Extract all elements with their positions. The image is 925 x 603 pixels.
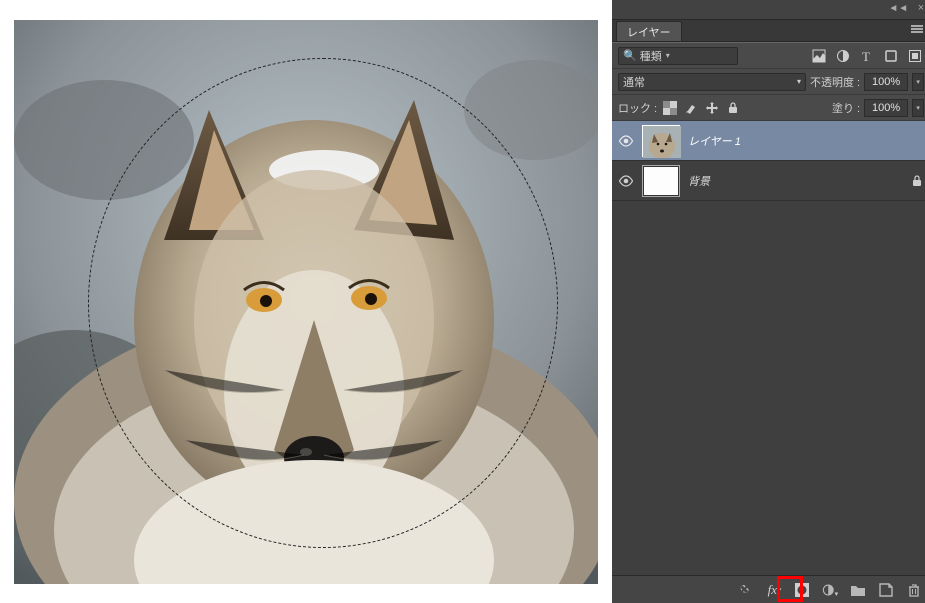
collapse-icon[interactable]: ◄◄ <box>888 3 908 14</box>
lock-icons <box>663 101 740 115</box>
filter-shape-icon[interactable] <box>884 49 898 63</box>
filter-icons: T <box>812 49 924 63</box>
opacity-input[interactable]: 100% <box>864 73 908 91</box>
filter-pixel-icon[interactable] <box>812 49 826 63</box>
layer-lock-icon <box>910 174 924 188</box>
opacity-label[interactable]: 不透明度 : <box>810 74 860 90</box>
fill-label[interactable]: 塗り : <box>832 100 860 116</box>
blend-row: 通常 ▾ 不透明度 : 100% ▾ <box>612 69 925 95</box>
lock-pixels-icon[interactable] <box>684 101 698 115</box>
close-icon[interactable]: × <box>918 2 924 14</box>
layer-item[interactable]: 背景 <box>612 161 925 201</box>
chevron-down-icon: ▾ <box>797 77 801 86</box>
filter-label: 種類 <box>640 48 662 64</box>
layer-thumbnail[interactable] <box>642 125 680 157</box>
lock-all-icon[interactable] <box>726 101 740 115</box>
filter-type-select[interactable]: 🔍 種類 ▾ <box>618 47 738 65</box>
canvas-area[interactable] <box>0 0 612 603</box>
new-adjustment-layer-icon[interactable]: ▾ <box>822 582 838 598</box>
tab-layers[interactable]: レイヤー <box>616 21 682 41</box>
filter-adjustment-icon[interactable] <box>836 49 850 63</box>
add-mask-icon[interactable] <box>794 582 810 598</box>
visibility-toggle-icon[interactable] <box>618 173 634 189</box>
opacity-slider-toggle[interactable]: ▾ <box>912 73 924 91</box>
filter-type-icon[interactable]: T <box>860 49 874 63</box>
lock-row: ロック : 塗り : 100% ▾ <box>612 95 925 121</box>
panel-menu-icon[interactable] <box>910 24 924 38</box>
layer-name[interactable]: レイヤー 1 <box>688 133 741 149</box>
layer-thumbnail[interactable] <box>642 165 680 197</box>
canvas-image <box>14 20 598 584</box>
layer-name[interactable]: 背景 <box>688 173 710 189</box>
lock-transparency-icon[interactable] <box>663 101 677 115</box>
fill-slider-toggle[interactable]: ▾ <box>912 99 924 117</box>
svg-text:T: T <box>862 49 870 63</box>
layer-style-icon[interactable]: fx▾ <box>766 582 782 598</box>
new-group-icon[interactable] <box>850 582 866 598</box>
layers-list: レイヤー 1 背景 <box>612 121 925 575</box>
panel-titlebar: ◄◄ × <box>612 0 925 20</box>
new-layer-icon[interactable] <box>878 582 894 598</box>
filter-row: 🔍 種類 ▾ T <box>612 43 925 69</box>
search-icon: 🔍 <box>623 49 637 62</box>
lock-position-icon[interactable] <box>705 101 719 115</box>
fill-input[interactable]: 100% <box>864 99 908 117</box>
blend-mode-select[interactable]: 通常 ▾ <box>618 73 806 91</box>
layer-item[interactable]: レイヤー 1 <box>612 121 925 161</box>
wolf-illustration <box>14 20 598 584</box>
layers-panel: ◄◄ × レイヤー 🔍 種類 ▾ T <box>612 0 925 603</box>
lock-label: ロック : <box>618 100 657 116</box>
filter-smart-icon[interactable] <box>908 49 922 63</box>
panel-body: 🔍 種類 ▾ T <box>612 42 925 603</box>
panel-bottom-bar: fx▾ ▾ <box>612 575 925 603</box>
link-layers-icon[interactable] <box>738 582 754 598</box>
visibility-toggle-icon[interactable] <box>618 133 634 149</box>
blend-mode-value: 通常 <box>623 74 645 90</box>
panel-tabs: レイヤー <box>612 20 925 42</box>
delete-layer-icon[interactable] <box>906 582 922 598</box>
chevron-down-icon: ▾ <box>666 51 670 60</box>
